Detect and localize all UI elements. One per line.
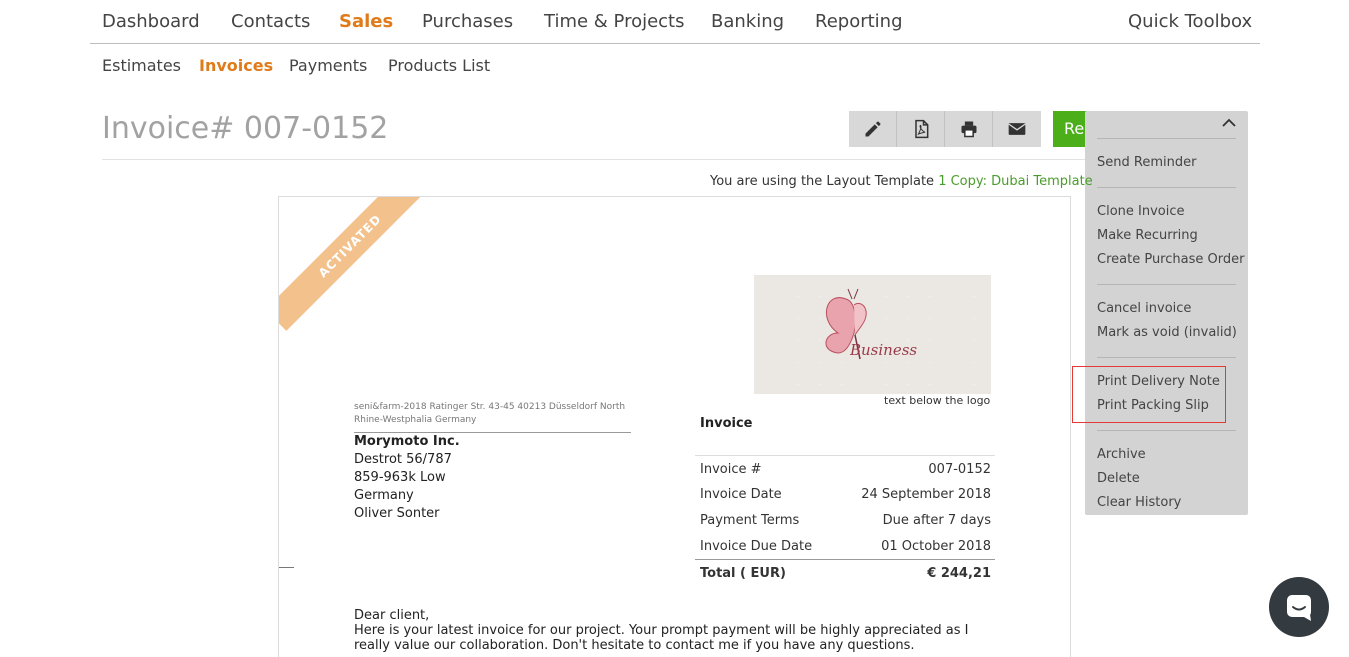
fold-mark [279, 567, 294, 568]
envelope-icon [1008, 123, 1026, 135]
recipient-country: Germany [354, 488, 414, 503]
layout-template-link[interactable]: 1 Copy: Dubai Template [938, 174, 1092, 189]
nav-time-projects[interactable]: Time & Projects [544, 11, 685, 32]
subnav-estimates[interactable]: Estimates [102, 56, 181, 75]
recipient-company: Morymoto Inc. [354, 434, 460, 449]
row-value: 01 October 2018 [881, 539, 991, 554]
nav-purchases[interactable]: Purchases [422, 11, 513, 32]
recipient-contact: Oliver Sonter [354, 506, 440, 521]
layout-template-note: You are using the Layout Template 1 Copy… [710, 174, 1093, 189]
row-value: 007-0152 [928, 462, 991, 477]
menu-separator [1097, 284, 1236, 285]
menu-mark-as-void[interactable]: Mark as void (invalid) [1097, 325, 1237, 340]
top-navigation: Dashboard Contacts Sales Purchases Time … [90, 0, 1260, 44]
subnav-payments[interactable]: Payments [289, 56, 367, 75]
pencil-icon [865, 121, 880, 137]
edit-button[interactable] [849, 111, 897, 147]
menu-archive[interactable]: Archive [1097, 447, 1146, 462]
butterfly-icon [825, 288, 867, 360]
page-title: Invoice# 007-0152 [102, 111, 389, 146]
table-row: Payment Terms Due after 7 days [695, 507, 995, 533]
letter-body: Here is your latest invoice for our proj… [354, 623, 969, 653]
menu-clear-history[interactable]: Clear History [1097, 495, 1181, 510]
menu-make-recurring[interactable]: Make Recurring [1097, 228, 1198, 243]
more-actions-dropdown: Send Reminder Clone Invoice Make Recurri… [1085, 111, 1248, 515]
nav-contacts[interactable]: Contacts [231, 11, 310, 32]
total-value: € 244,21 [927, 566, 991, 581]
email-button[interactable] [993, 111, 1041, 147]
menu-create-purchase-order[interactable]: Create Purchase Order [1097, 252, 1244, 267]
logo-text: Business [850, 341, 918, 359]
recipient-street: Destrot 56/787 [354, 452, 452, 467]
invoice-preview: ACTIVATED Business text below the logo s… [278, 196, 1071, 657]
print-button[interactable] [945, 111, 993, 147]
row-label: Payment Terms [700, 513, 800, 528]
nav-dashboard[interactable]: Dashboard [102, 11, 200, 32]
invoice-letter: Dear client, Here is your latest invoice… [354, 608, 1004, 653]
table-row: Invoice Date 24 September 2018 [695, 481, 995, 507]
row-value: Due after 7 days [882, 513, 991, 528]
company-logo: Business [754, 275, 991, 394]
sender-address: seni&farm-2018 Ratinger Str. 43-45 40213… [354, 401, 631, 433]
status-ribbon: ACTIVATED [279, 197, 435, 331]
menu-separator [1097, 138, 1236, 139]
invoice-toolbar [849, 111, 1041, 147]
logo-caption: text below the logo [884, 394, 991, 407]
nav-banking[interactable]: Banking [711, 11, 784, 32]
pdf-icon [914, 119, 928, 139]
printer-icon [961, 121, 976, 138]
menu-send-reminder[interactable]: Send Reminder [1097, 155, 1196, 170]
recipient-city: 859-963k Low [354, 470, 446, 485]
invoice-heading: Invoice [700, 416, 753, 431]
subnav-products-list[interactable]: Products List [388, 56, 490, 75]
chat-launcher-button[interactable] [1269, 577, 1329, 637]
menu-separator [1097, 430, 1236, 431]
total-row: Total ( EUR) € 244,21 [695, 559, 995, 585]
menu-separator [1097, 357, 1236, 358]
row-value: 24 September 2018 [861, 487, 991, 502]
row-label: Invoice Due Date [700, 539, 813, 554]
pdf-button[interactable] [897, 111, 945, 147]
nav-reporting[interactable]: Reporting [815, 11, 903, 32]
letter-greeting: Dear client, [354, 608, 430, 623]
invoice-details-table: Invoice # 007-0152 Invoice Date 24 Septe… [695, 455, 995, 585]
row-label: Invoice # [700, 462, 762, 477]
template-note-text: You are using the Layout Template [710, 174, 935, 189]
recipient-address: Morymoto Inc. Destrot 56/787 859-963k Lo… [354, 433, 460, 523]
highlight-box [1072, 366, 1226, 423]
quick-toolbox-link[interactable]: Quick Toolbox [1128, 11, 1252, 32]
menu-cancel-invoice[interactable]: Cancel invoice [1097, 301, 1191, 316]
table-row: Invoice # 007-0152 [695, 455, 995, 481]
title-divider [102, 159, 1086, 160]
subnav-invoices[interactable]: Invoices [199, 56, 273, 75]
menu-clone-invoice[interactable]: Clone Invoice [1097, 204, 1185, 219]
nav-sales[interactable]: Sales [339, 11, 393, 32]
total-label: Total ( EUR) [700, 566, 786, 581]
menu-delete[interactable]: Delete [1097, 471, 1140, 486]
chevron-up-icon[interactable] [1221, 117, 1237, 129]
chat-icon [1287, 595, 1311, 621]
row-label: Invoice Date [700, 487, 782, 502]
menu-separator [1097, 187, 1236, 188]
table-row: Invoice Due Date 01 October 2018 [695, 533, 995, 559]
